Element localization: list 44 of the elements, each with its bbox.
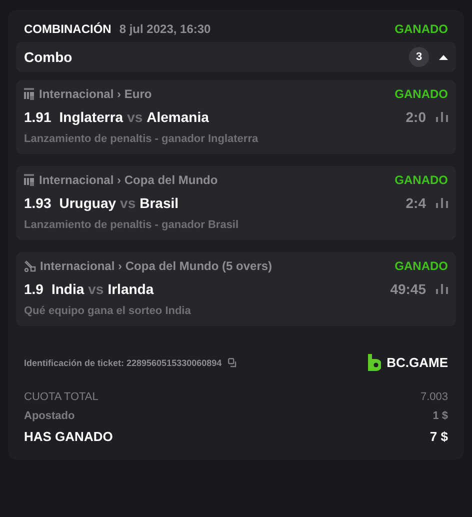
odds: 1.93 xyxy=(24,195,52,211)
total-value: 7.003 xyxy=(420,391,448,403)
stats-icon[interactable] xyxy=(436,284,448,294)
team-name: Brasil xyxy=(140,195,179,211)
score: 2:0 xyxy=(406,109,426,125)
leg-status: GANADO xyxy=(394,173,448,187)
stats-icon[interactable] xyxy=(436,198,448,208)
odds: 1.9 xyxy=(24,281,44,297)
ticket-id: Identificación de ticket: 2289560515330060894 xyxy=(24,358,222,368)
score: 49:45 xyxy=(390,281,426,297)
total-value: 1 $ xyxy=(432,410,448,422)
bet-date: 8 jul 2023, 16:30 xyxy=(119,22,212,36)
total-label: CUOTA TOTAL xyxy=(24,391,98,403)
brand-name: BC.GAME xyxy=(386,355,448,370)
league-label: Internacional › Euro xyxy=(39,87,153,101)
stats-icon[interactable] xyxy=(436,112,448,122)
market-label: Qué equipo gana el sorteo India xyxy=(24,305,192,317)
team-name: India xyxy=(51,281,84,297)
vs-label: vs xyxy=(127,109,143,125)
bet-type: COMBINACIÓN xyxy=(24,22,112,36)
combo-label: Combo xyxy=(24,49,74,65)
team-name: Irlanda xyxy=(108,281,154,297)
vs-label: vs xyxy=(120,195,136,211)
team-name: Inglaterra xyxy=(59,109,124,125)
brand-logo-icon xyxy=(368,354,381,371)
total-value: 7 $ xyxy=(430,429,448,444)
total-label: HAS GANADO xyxy=(24,429,113,444)
league-label: Internacional › Copa del Mundo (5 overs) xyxy=(40,259,274,273)
team-name: Uruguay xyxy=(59,195,116,211)
cricket-icon xyxy=(24,260,36,272)
combo-toggle[interactable]: Combo 3 xyxy=(16,42,456,72)
score: 2:4 xyxy=(406,195,426,211)
leg-status: GANADO xyxy=(394,87,448,101)
market-label: Lanzamiento de penaltis - ganador Brasil xyxy=(24,219,240,231)
team-name: Alemania xyxy=(146,109,209,125)
leg-count: 3 xyxy=(409,47,429,67)
leg-status: GANADO xyxy=(394,259,448,273)
market-label: Lanzamiento de penaltis - ganador Inglaterra xyxy=(24,133,260,145)
total-label: Apostado xyxy=(24,410,75,422)
league-label: Internacional › Copa del Mundo xyxy=(39,173,219,187)
vs-label: vs xyxy=(88,281,104,297)
copy-icon[interactable] xyxy=(228,358,238,368)
bet-status: GANADO xyxy=(394,22,448,36)
odds: 1.91 xyxy=(24,109,52,125)
